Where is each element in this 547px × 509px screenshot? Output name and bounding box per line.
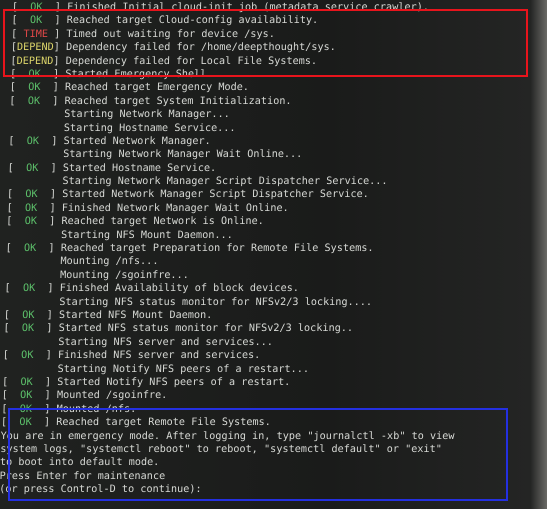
status-ok: OK	[17, 2, 55, 13]
log-line: [ OK ] Reached target Remote File System…	[0, 417, 272, 429]
status-ok: OK	[12, 216, 50, 228]
status-ok: OK	[7, 390, 45, 402]
status-ok: OK	[15, 95, 53, 107]
log-line: [ OK ] Started Network Manager Script Di…	[6, 189, 369, 201]
emergency-message-line: Press Enter for maintenance	[0, 470, 166, 482]
status-ok: OK	[8, 376, 46, 388]
log-line: Mounting /sgoinfre...	[5, 269, 459, 282]
status-ok: OK	[12, 189, 51, 201]
log-line: [DEPEND] Dependency failed for /home/dee…	[10, 42, 337, 54]
log-message: Reached target Emergency Mode.	[64, 82, 250, 94]
log-message: Finished Initial cloud-init job (metadat…	[66, 2, 430, 13]
log-line: Starting Network Manager...	[9, 108, 463, 121]
log-message: Dependency failed for Local File Systems…	[65, 55, 318, 67]
emergency-message-line: system logs, "systemctl reboot" to reboo…	[0, 443, 443, 455]
status-time: TIME	[17, 28, 55, 40]
status-depend: DEPEND	[16, 55, 54, 67]
log-message: Mounted /sgoinfre.	[56, 390, 168, 402]
log-message: Started Network Manager.	[63, 135, 211, 147]
status-ok: OK	[15, 82, 53, 94]
status-ok: OK	[13, 162, 51, 174]
log-line: [ OK ] Reached target System Initializat…	[9, 95, 292, 107]
log-message: Starting NFS status monitor for NFSv2/3 …	[59, 296, 373, 308]
status-ok: OK	[6, 417, 45, 429]
status-ok: OK	[9, 309, 47, 321]
log-line: [ OK ] Finished Initial cloud-init job (…	[11, 2, 430, 13]
status-ok: OK	[16, 68, 54, 80]
log-message: Reached target Network is Online.	[61, 216, 265, 228]
log-line: Starting Notify NFS peers of a restart..…	[2, 363, 456, 376]
maintenance-prompt[interactable]: (or press Control-D to continue):	[0, 483, 453, 496]
log-line: Starting NFS status monitor for NFSv2/3 …	[4, 296, 458, 309]
log-message: Started Network Manager Script Dispatche…	[62, 189, 369, 201]
log-line: [ OK ] Reached target Cloud-config avail…	[11, 15, 319, 27]
log-line: [ OK ] Mounted /nfs.	[1, 403, 137, 415]
log-line: [ OK ] Finished Availability of block de…	[4, 283, 300, 295]
log-message: Mounting /sgoinfre...	[59, 269, 189, 281]
emergency-message-line: You are in emergency mode. After logging…	[0, 430, 455, 442]
log-message: Reached target Cloud-config availability…	[66, 15, 319, 27]
log-message: Started NFS status monitor for NFSv2/3 l…	[58, 323, 354, 335]
log-line: [ OK ] Started Emergency Shell.	[9, 68, 213, 80]
log-line: [ OK ] Reached target Emergency Mode.	[9, 82, 250, 94]
log-message: Dependency failed for /home/deepthought/…	[65, 42, 337, 54]
log-line: [ OK ] Mounted /sgoinfre.	[1, 390, 168, 402]
log-message: Finished Network Manager Wait Online.	[61, 202, 289, 214]
log-line: [ OK ] Finished NFS server and services.	[2, 350, 261, 362]
log-line: [DEPEND] Dependency failed for Local Fil…	[10, 55, 318, 67]
status-ok: OK	[7, 403, 45, 415]
log-message: Starting NFS Mount Daemon...	[60, 229, 233, 241]
log-message: Reached target Preparation for Remote Fi…	[60, 243, 374, 255]
log-line: [ OK ] Finished Network Manager Wait Onl…	[6, 202, 289, 214]
log-line: Starting NFS server and services...	[3, 336, 457, 349]
log-message: Reached target System Initialization.	[64, 95, 292, 107]
log-message: Starting Network Manager Script Dispatch…	[62, 176, 388, 188]
log-line: [ OK ] Started NFS status monitor for NF…	[3, 323, 354, 335]
log-line: Mounting /nfs...	[5, 255, 459, 268]
log-line: [ OK ] Started Hostname Service.	[7, 162, 217, 174]
log-message: Started Notify NFS peers of a restart.	[57, 376, 291, 388]
log-message: Finished Availability of block devices.	[59, 283, 300, 295]
emergency-message-line: to boot into default mode.	[0, 457, 160, 469]
status-ok: OK	[11, 243, 49, 255]
status-ok: OK	[8, 350, 46, 362]
log-message: Timed out waiting for device /sys.	[66, 28, 276, 40]
log-line: [ OK ] Started Notify NFS peers of a res…	[1, 376, 291, 388]
boot-log: [ OK ] Finished Initial cloud-init job (…	[0, 1, 466, 496]
log-line: Starting Network Manager Script Dispatch…	[7, 175, 461, 188]
status-ok: OK	[17, 15, 55, 27]
log-message: Reached target Remote File Systems.	[56, 417, 272, 429]
log-message: Starting NFS server and services...	[58, 336, 274, 348]
log-message: Finished NFS server and services.	[57, 350, 261, 362]
terminal-screen: [ OK ] Finished Initial cloud-init job (…	[0, 0, 547, 509]
status-ok: OK	[14, 135, 52, 147]
log-message: Started Hostname Service.	[62, 162, 217, 174]
status-ok: OK	[12, 202, 50, 214]
log-message: Started Emergency Shell.	[65, 68, 213, 80]
status-depend: DEPEND	[16, 42, 54, 54]
log-message: Starting Notify NFS peers of a restart..…	[57, 363, 310, 375]
log-line: [ OK ] Started NFS Mount Daemon.	[3, 309, 213, 321]
log-message: Starting Network Manager...	[64, 109, 230, 121]
status-ok: OK	[9, 323, 47, 335]
log-line: [ TIME ] Timed out waiting for device /s…	[10, 28, 276, 40]
log-message: Mounted /nfs.	[56, 403, 137, 415]
status-ok: OK	[10, 283, 48, 295]
log-line: Starting Hostname Service...	[8, 122, 462, 135]
log-line: [ OK ] Reached target Preparation for Re…	[5, 243, 374, 255]
log-message: Started NFS Mount Daemon.	[58, 309, 213, 321]
log-message: Starting Network Manager Wait Online...	[63, 149, 303, 161]
log-message: Starting Hostname Service...	[63, 122, 236, 134]
log-message: Mounting /nfs...	[60, 256, 159, 268]
log-line: [ OK ] Started Network Manager.	[8, 135, 211, 147]
log-line: [ OK ] Reached target Network is Online.	[6, 216, 265, 228]
log-line: Starting Network Manager Wait Online...	[8, 148, 462, 161]
log-line: Starting NFS Mount Daemon...	[6, 229, 460, 242]
